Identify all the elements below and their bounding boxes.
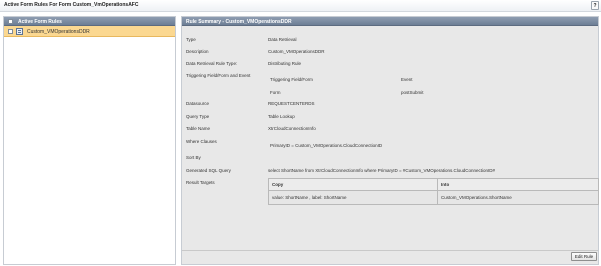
- type-label: Type: [186, 37, 196, 42]
- where-clauses-value: PrimaryID = Custom_VMOperations.CloudCon…: [270, 143, 383, 148]
- active-form-rules-title: Active Form Rules: [18, 19, 62, 25]
- result-targets-copy-cell: value: ShortName , label: ShortName: [272, 195, 347, 200]
- rule-summary-panel: Rule Summary - Custom_VMOperationsDDR Ty…: [181, 16, 599, 265]
- window-title-bar: Active Form Rules For Form Custom_VmOper…: [0, 0, 601, 12]
- datasource-label: Datasource: [186, 101, 210, 106]
- form-rule-icon: [16, 28, 23, 35]
- select-all-checkbox[interactable]: [8, 19, 13, 24]
- rule-checkbox[interactable]: [8, 29, 13, 34]
- result-targets-header-row: Copy Into: [269, 179, 598, 191]
- rule-summary-title: Rule Summary - Custom_VMOperationsDDR: [186, 19, 292, 25]
- window-title: Active Form Rules For Form Custom_VmOper…: [4, 2, 139, 8]
- rule-summary-footer: [182, 250, 598, 264]
- help-button[interactable]: ?: [591, 1, 599, 10]
- description-label: Description: [186, 49, 209, 54]
- table-row: value: ShortName , label: ShortName Cust…: [269, 191, 598, 204]
- query-type-label: Query Type: [186, 114, 210, 119]
- type-value: Data Retrieval: [268, 37, 297, 42]
- retrieval-rule-type-value: Distributing Rule: [268, 61, 302, 66]
- edit-rule-button[interactable]: Edit Rule: [571, 252, 597, 261]
- rule-summary-header: Rule Summary - Custom_VMOperationsDDR: [182, 17, 598, 26]
- triggering-label: Triggering Field/Form and Event: [186, 73, 251, 78]
- generated-sql-label: Generated SQL Query: [186, 168, 231, 173]
- result-targets-label: Result Targets: [186, 180, 215, 185]
- result-targets-table: Copy Into value: ShortName , label: Shor…: [268, 178, 599, 205]
- triggering-row-event: postSubmit: [401, 90, 424, 95]
- triggering-row-field: Form: [270, 90, 281, 95]
- generated-sql-value: select ShortName from XtrCloudConnection…: [268, 168, 495, 173]
- rule-list-item-label: Custom_VMOperationsDDR: [27, 29, 90, 35]
- triggering-col2-header: Event: [401, 77, 413, 82]
- query-type-value: Table Lookup: [268, 114, 295, 119]
- retrieval-rule-type-label: Data Retrieval Rule Type:: [186, 61, 238, 66]
- active-form-rules-header: Active Form Rules: [4, 17, 175, 26]
- description-value: Custom_VMOperationsDDR: [268, 49, 325, 54]
- rule-list-item[interactable]: Custom_VMOperationsDDR: [4, 26, 175, 37]
- triggering-col1-header: Triggering Field/Form: [270, 77, 313, 82]
- datasource-value: REQUESTCENTERDS: [268, 101, 315, 106]
- result-targets-into-header: Into: [441, 182, 450, 187]
- result-targets-col-divider: [269, 179, 438, 190]
- where-clauses-label: Where Clauses: [186, 139, 217, 144]
- sort-by-label: Sort By: [186, 155, 201, 160]
- table-name-value: XtrCloudConnectionInfo: [268, 126, 316, 131]
- table-name-label: Table Name: [186, 126, 211, 131]
- result-targets-into-cell: Custom_VMOperations.ShortName: [441, 195, 512, 200]
- result-targets-copy-header: Copy: [272, 182, 284, 187]
- active-form-rules-panel: Active Form Rules Custom_VMOperationsDDR: [3, 16, 176, 265]
